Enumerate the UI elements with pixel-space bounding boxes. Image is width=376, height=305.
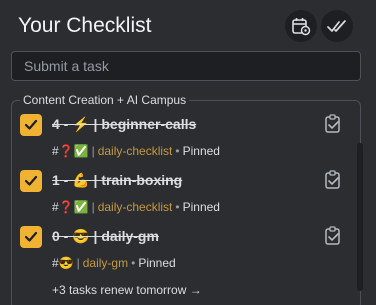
list-item: 0 - 😎 | daily-gm #😎 | daily-gm • Pinned — [20, 226, 350, 282]
task-input[interactable] — [11, 51, 361, 81]
list-item: 4 - ⚡ | beginner-calls #❓✅ | daily-checkli… — [20, 114, 350, 170]
task-title: 4 - ⚡ | beginner-calls — [52, 116, 197, 132]
schedule-button[interactable] — [285, 10, 317, 42]
task-checkbox[interactable] — [20, 114, 42, 136]
status-badge: Pinned — [182, 200, 220, 214]
task-tag: #😎 — [52, 256, 74, 270]
list-item: 1 - 💪 | train-boxing #❓✅ | daily-checklist… — [20, 170, 350, 226]
channel-link[interactable]: daily-checklist — [98, 144, 173, 158]
task-meta: #❓✅ | daily-checklist • Pinned — [52, 200, 220, 214]
task-title: 0 - 😎 | daily-gm — [52, 228, 159, 244]
task-meta: #❓✅ | daily-checklist • Pinned — [52, 144, 220, 158]
check-all-button[interactable] — [321, 10, 353, 42]
channel-link[interactable]: daily-gm — [83, 256, 128, 270]
task-checkbox[interactable] — [20, 170, 42, 192]
task-title: 1 - 💪 | train-boxing — [52, 172, 183, 188]
clipboard-check-icon[interactable] — [324, 226, 342, 246]
page-title: Your Checklist — [18, 14, 152, 37]
task-checkbox[interactable] — [20, 226, 42, 248]
channel-link[interactable]: daily-checklist — [98, 200, 173, 214]
task-tag: #❓✅ — [52, 200, 89, 214]
group-label: Content Creation + AI Campus — [20, 93, 190, 107]
check-icon — [24, 119, 38, 130]
more-tasks-link[interactable]: +3 tasks renew tomorrow → — [52, 283, 202, 297]
status-badge: Pinned — [182, 144, 220, 158]
status-badge: Pinned — [138, 256, 176, 270]
check-icon — [24, 175, 38, 186]
clipboard-check-icon[interactable] — [324, 170, 342, 190]
scrollbar[interactable] — [357, 143, 363, 291]
double-check-icon — [327, 20, 346, 32]
task-tag: #❓✅ — [52, 144, 89, 158]
clipboard-check-icon[interactable] — [324, 114, 342, 134]
calendar-gear-icon — [292, 18, 311, 36]
task-meta: #😎 | daily-gm • Pinned — [52, 256, 176, 270]
check-icon — [24, 231, 38, 242]
